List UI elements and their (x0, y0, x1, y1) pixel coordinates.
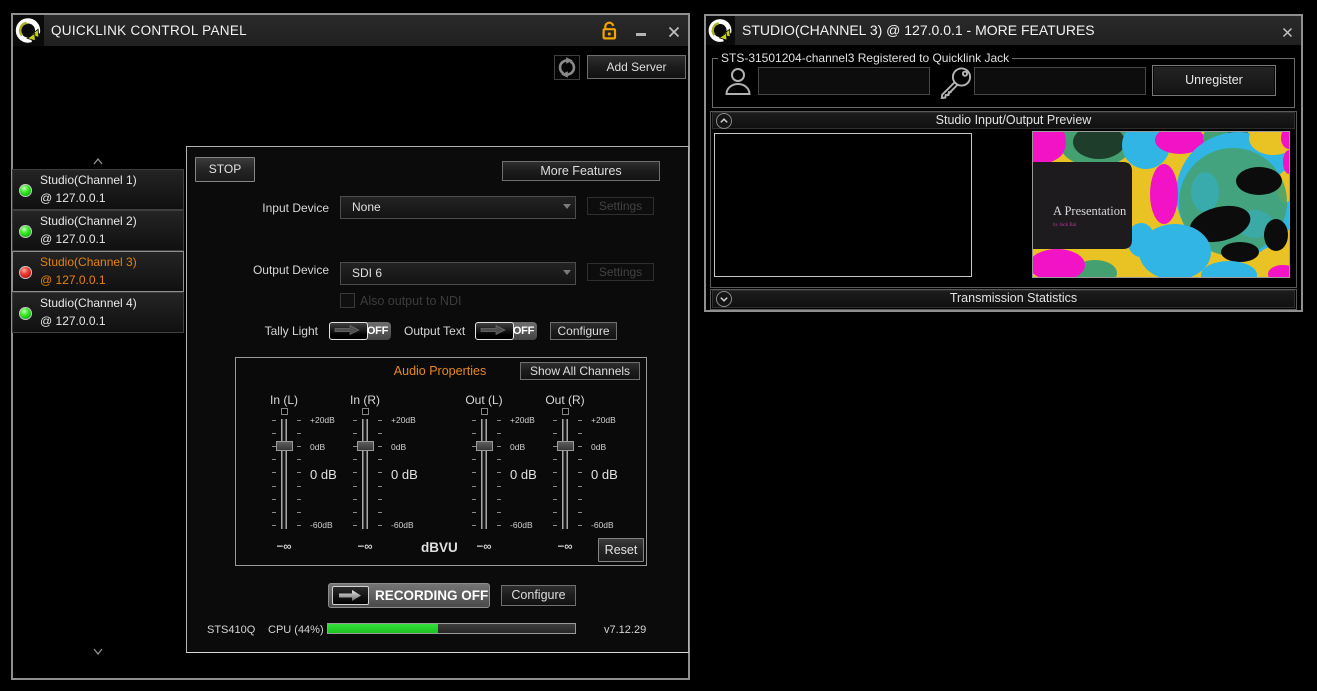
svg-text:A Presentation: A Presentation (1053, 204, 1127, 218)
svg-text:by Jack Bal: by Jack Bal (1053, 223, 1077, 228)
